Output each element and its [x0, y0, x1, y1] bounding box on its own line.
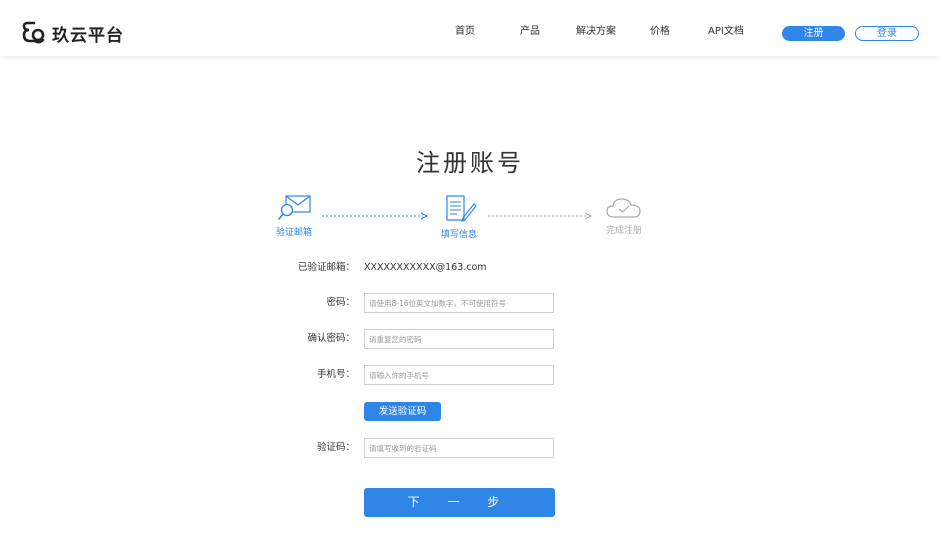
register-button[interactable]: 注册 — [782, 26, 845, 41]
logo-icon — [22, 21, 45, 44]
step-fill-info: 填写信息 — [436, 194, 482, 240]
code-label: 验证码： — [316, 442, 355, 453]
nav-products[interactable]: 产品 — [520, 25, 540, 39]
verified-email-value: XXXXXXXXXXX@163.com — [364, 262, 487, 273]
logo-text: 玖云平台 — [52, 25, 124, 46]
phone-label: 手机号： — [316, 369, 355, 380]
email-search-icon — [278, 195, 311, 220]
step-complete: 完成注册 — [600, 196, 648, 236]
top-header: 玖云平台 首页 产品 解决方案 价格 API文档 注册 登录 — [0, 0, 940, 56]
page-title: 注册账号 — [416, 149, 524, 177]
next-step-button[interactable]: 下 一 步 — [364, 488, 555, 517]
phone-field[interactable] — [364, 365, 554, 385]
confirm-password-field[interactable] — [364, 329, 554, 349]
step-label: 验证邮箱 — [275, 228, 312, 238]
nav-pricing[interactable]: 价格 — [650, 25, 670, 39]
step-verify-email: 验证邮箱 — [271, 194, 317, 238]
nav-home[interactable]: 首页 — [455, 25, 475, 39]
step-arrow-icon — [488, 212, 593, 220]
code-field[interactable] — [364, 438, 554, 458]
step-label: 完成注册 — [605, 226, 642, 236]
step-label: 填写信息 — [440, 230, 477, 240]
logo[interactable]: 玖云平台 — [20, 21, 124, 46]
cloud-check-icon — [606, 198, 641, 218]
step-arrow-icon — [322, 212, 429, 220]
login-button[interactable]: 登录 — [855, 26, 919, 41]
nav-api-docs[interactable]: API文档 — [708, 25, 744, 39]
confirm-password-label: 确认密码： — [307, 333, 355, 344]
form-edit-icon — [446, 195, 477, 222]
password-label: 密码： — [326, 297, 355, 308]
send-code-button[interactable]: 发送验证码 — [364, 402, 441, 421]
verified-email-label: 已验证邮箱： — [297, 262, 355, 273]
nav-solutions[interactable]: 解决方案 — [576, 25, 616, 39]
password-field[interactable] — [364, 293, 554, 313]
